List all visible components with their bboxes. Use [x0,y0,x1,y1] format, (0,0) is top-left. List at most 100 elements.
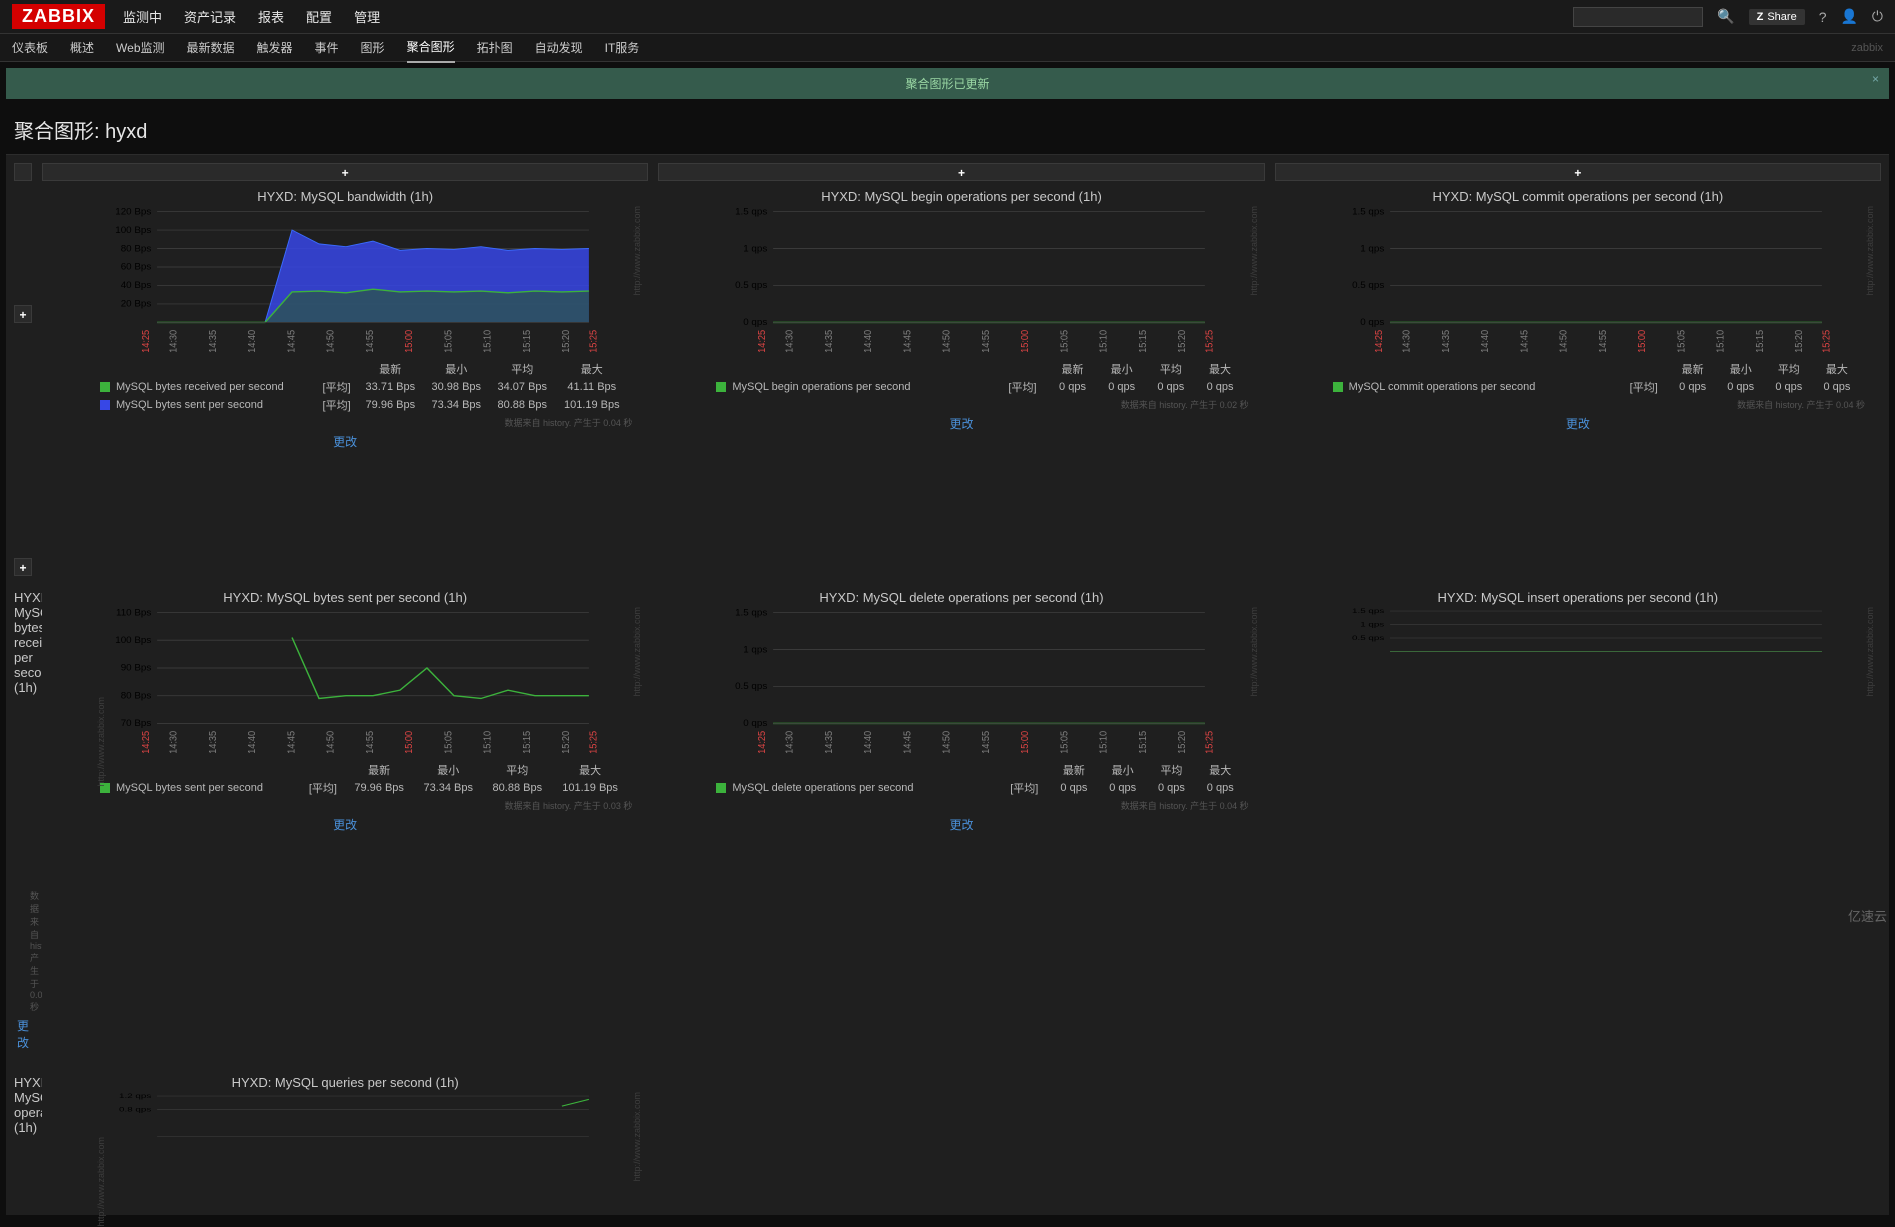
svg-text:40 Bps: 40 Bps [121,280,152,291]
svg-text:100 Bps: 100 Bps [115,225,151,236]
search-input[interactable] [1573,7,1703,27]
screen-board: + + + + + HYXD: MySQL bandwidth (1h) 20 B… [6,154,1889,1215]
change-link[interactable]: 更改 [42,812,648,843]
main-nav: 监测中 资产记录 报表 配置 管理 [123,7,1573,26]
share-button[interactable]: ZShare [1749,9,1805,25]
svg-text:14:45: 14:45 [286,731,297,753]
subnav-item-2[interactable]: Web监测 [116,33,164,62]
svg-text:15:05: 15:05 [443,330,454,352]
nav-item-0[interactable]: 监测中 [123,7,162,26]
svg-text:80 Bps: 80 Bps [121,244,152,255]
user-icon[interactable]: 👤 [1840,8,1857,25]
svg-text:14:35: 14:35 [208,731,219,753]
svg-text:04-21 14:25: 04-21 14:25 [1374,330,1385,352]
chart-area[interactable]: 0 qps0.5 qps1 qps1.5 qps14:3014:3514:401… [658,607,1264,757]
add-col-button-3[interactable]: + [1275,163,1881,181]
subnav-item-7[interactable]: 聚合图形 [407,32,455,63]
chart-area[interactable]: 0 qps0.5 qps1 qps1.5 qps14:3014:3514:401… [1275,206,1881,356]
chart-area[interactable]: 0 qps0.5 qps1 qps1.5 qps14:3014:3514:401… [658,206,1264,356]
svg-text:15:15: 15:15 [522,731,533,753]
nav-item-3[interactable]: 配置 [306,7,332,26]
svg-text:14:55: 14:55 [365,731,376,753]
svg-text:15:00: 15:00 [404,731,415,753]
svg-text:0 qps: 0 qps [744,317,768,328]
chart-area[interactable]: 0.5 qps1 qps1.5 qpshttp://www.zabbix.com [1275,607,1881,677]
chart-area[interactable]: 20 Bps40 Bps60 Bps80 Bps100 Bps120 Bps14… [42,206,648,356]
svg-text:15:15: 15:15 [1754,330,1765,352]
change-link[interactable]: 更改 [658,812,1264,843]
svg-text:110 Bps: 110 Bps [116,608,151,619]
svg-text:14:45: 14:45 [286,330,297,352]
svg-text:04-21 14:25: 04-21 14:25 [757,731,768,753]
chart-legend: 最新最小平均最大MySQL delete operations per seco… [658,757,1264,799]
svg-text:15:20: 15:20 [1177,731,1188,753]
svg-text:14:45: 14:45 [1519,330,1530,352]
change-link[interactable]: 更改 [1275,411,1881,442]
nav-item-4[interactable]: 管理 [354,7,380,26]
add-row-top: + + + [14,163,1881,181]
svg-text:14:50: 14:50 [942,330,953,352]
chart-area[interactable]: 70 Bps80 Bps90 Bps100 Bps110 Bps14:3014:… [42,607,648,757]
subnav-item-4[interactable]: 触发器 [257,33,293,62]
add-row-button-2[interactable]: + [14,558,32,576]
add-row-button-1[interactable]: + [14,305,32,323]
svg-text:70 Bps: 70 Bps [121,718,152,729]
help-icon[interactable]: ? [1819,9,1827,25]
chart-cell-2: HYXD: MySQL commit operations per second… [1275,185,1881,576]
svg-text:1.5 qps: 1.5 qps [735,207,767,218]
subnav-item-6[interactable]: 图形 [361,33,385,62]
svg-text:0 qps: 0 qps [744,718,768,729]
subnav-item-3[interactable]: 最新数据 [187,33,235,62]
add-col-button-1[interactable]: + [42,163,648,181]
nav-item-2[interactable]: 报表 [258,7,284,26]
svg-text:100 Bps: 100 Bps [115,635,151,646]
change-link[interactable]: 更改 [14,1013,32,1061]
subnav-item-9[interactable]: 自动发现 [535,33,583,62]
svg-text:15:15: 15:15 [522,330,533,352]
chart-title: HYXD: MySQL insert operations per second… [1275,586,1881,607]
power-icon[interactable]: ⏻ [1872,8,1883,25]
close-icon[interactable]: × [1872,72,1879,86]
svg-text:15:05: 15:05 [1676,330,1687,352]
chart-footer: 数据来自 history. 产生于 0.04 秒 [658,799,1264,812]
logo[interactable]: ZABBIX [12,4,105,29]
svg-text:1 qps: 1 qps [744,244,768,255]
search-icon[interactable]: 🔍 [1717,8,1734,25]
svg-text:15:10: 15:10 [1099,330,1110,352]
svg-text:14:30: 14:30 [168,731,179,753]
nav-item-1[interactable]: 资产记录 [184,7,236,26]
svg-text:14:35: 14:35 [824,731,835,753]
svg-text:15:00: 15:00 [404,330,415,352]
subnav-item-8[interactable]: 拓扑图 [477,33,513,62]
svg-text:04-21 14:25: 04-21 14:25 [757,330,768,352]
change-link[interactable]: 更改 [658,411,1264,442]
svg-text:15:10: 15:10 [483,731,494,753]
svg-text:1 qps: 1 qps [744,645,768,656]
add-corner [14,163,32,181]
chart-title: HYXD: MySQL delete operations per second… [658,586,1264,607]
svg-text:20 Bps: 20 Bps [121,299,152,310]
subnav-item-1[interactable]: 概述 [70,33,94,62]
chart-cell-6: HYXD: MySQL insert operations per second… [1275,586,1881,1061]
chart-legend: 最新最小平均最大MySQL begin operations per secon… [658,356,1264,398]
svg-text:14:40: 14:40 [1480,330,1491,352]
svg-text:14:30: 14:30 [785,330,796,352]
subnav-item-0[interactable]: 仪表板 [12,33,48,62]
add-col-button-2[interactable]: + [658,163,1264,181]
svg-text:15:20: 15:20 [561,731,572,753]
chart-title: HYXD: MySQL bandwidth (1h) [42,185,648,206]
svg-text:14:50: 14:50 [326,731,337,753]
chart-legend: 最新最小平均最大MySQL commit operations per seco… [1275,356,1881,398]
chart-cell-3: HYXD: MySQL bytes received per second (1… [14,586,32,1061]
chart-area[interactable]: 0.8 qps1.2 qpshttp://www.zabbix.com [42,1092,648,1162]
chart-footer: 数据来自 history. 产生于 0.03 秒 [42,799,648,812]
svg-text:15:20: 15:20 [1177,330,1188,352]
svg-text:15:00: 15:00 [1020,330,1031,352]
svg-text:14:30: 14:30 [1401,330,1412,352]
svg-text:15:20: 15:20 [561,330,572,352]
change-link[interactable]: 更改 [42,429,648,460]
svg-text:60 Bps: 60 Bps [121,262,152,273]
svg-text:14:45: 14:45 [903,330,914,352]
subnav-item-5[interactable]: 事件 [315,33,339,62]
subnav-item-10[interactable]: IT服务 [605,33,640,62]
